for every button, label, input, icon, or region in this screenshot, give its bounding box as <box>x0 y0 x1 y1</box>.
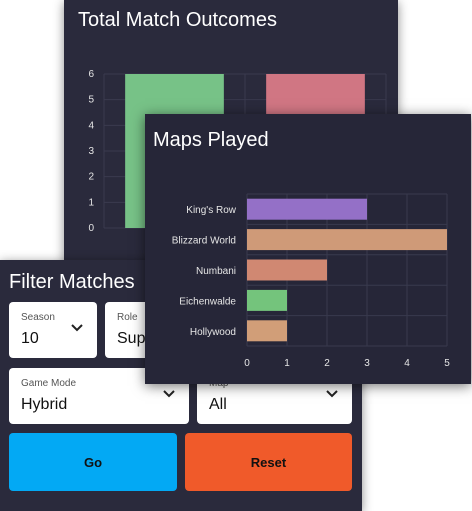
season-select-label: Season <box>21 312 55 323</box>
y-tick-label: 5 <box>88 95 94 106</box>
y-tick-label: 1 <box>88 197 94 208</box>
map-category-label: Hollywood <box>190 327 236 338</box>
x-tick-label: 0 <box>244 358 250 369</box>
season-select[interactable]: Season 10 <box>9 302 97 358</box>
x-tick-label: 1 <box>284 358 290 369</box>
role-select-label: Role <box>117 312 138 323</box>
map-select-value: All <box>209 396 227 413</box>
y-tick-label: 6 <box>88 69 94 80</box>
go-button[interactable]: Go <box>9 433 177 491</box>
reset-button[interactable]: Reset <box>185 433 352 491</box>
map-category-label: Numbani <box>196 266 236 277</box>
y-tick-label: 2 <box>88 172 94 183</box>
role-select-value: Sup <box>117 330 146 347</box>
map-category-label: Eichenwalde <box>179 296 236 307</box>
maps-played-chart: 0 1 2 3 4 5 King's Row Blizzard World Numbani Eic… <box>172 193 450 369</box>
map-bar <box>247 320 287 342</box>
season-select-value: 10 <box>21 330 39 347</box>
filter-title: Filter Matches <box>9 271 135 293</box>
map-bar <box>247 289 287 311</box>
x-tick-label: 3 <box>364 358 370 369</box>
map-category-label: King's Row <box>186 205 236 216</box>
game-mode-select-label: Game Mode <box>21 378 77 389</box>
map-bar <box>247 229 447 251</box>
map-bar <box>247 259 327 281</box>
x-tick-label: 2 <box>324 358 330 369</box>
x-tick-label: 5 <box>444 358 450 369</box>
chevron-down-icon <box>326 390 338 398</box>
game-mode-select-value: Hybrid <box>21 396 68 413</box>
y-tick-label: 4 <box>88 120 94 131</box>
map-category-label: Blizzard World <box>172 236 236 247</box>
dashboard-stage: Total Match Outcomes 0123456 Filter Matc… <box>0 0 472 511</box>
map-bar <box>247 198 367 220</box>
chevron-down-icon <box>163 390 175 398</box>
maps-played-card: Maps Played 0 1 2 3 4 5 King's Row Blizzard Wor… <box>145 114 471 384</box>
y-tick-label: 0 <box>88 223 94 234</box>
y-tick-label: 3 <box>88 146 94 157</box>
chevron-down-icon <box>71 324 83 332</box>
x-tick-label: 4 <box>404 358 410 369</box>
